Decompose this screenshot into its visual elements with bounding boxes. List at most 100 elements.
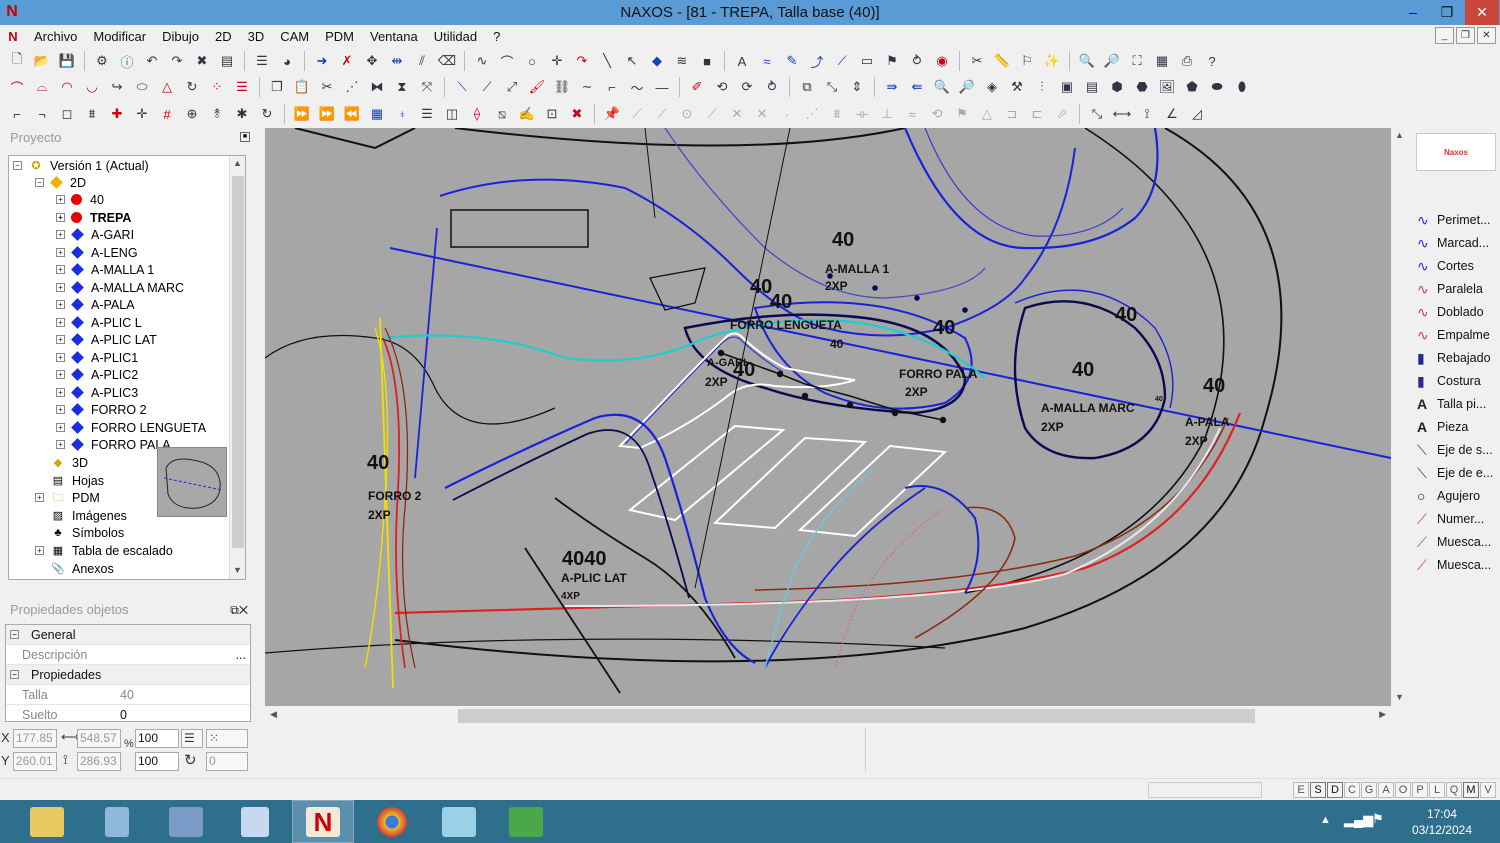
collapse-icon[interactable]: − (35, 178, 44, 187)
forward-icon[interactable]: ⏩ (291, 103, 313, 125)
rotate-icon[interactable]: ↻ (181, 76, 203, 98)
arc-red-4-icon[interactable]: ◡ (81, 76, 103, 98)
tree-item-anexos[interactable]: 📎 Anexos (50, 560, 114, 577)
marker-icon[interactable]: ✐ (686, 76, 708, 98)
expand-icon[interactable]: + (35, 546, 44, 555)
collapse-icon[interactable]: − (10, 630, 19, 639)
pin-blue-icon[interactable]: 📌 (601, 103, 623, 125)
zoom-out-icon[interactable]: 🔎 (1101, 50, 1123, 72)
canvas-horizontal-scrollbar[interactable]: ◀ ▶ (265, 706, 1391, 726)
chain-icon[interactable]: ⛓ (551, 76, 573, 98)
arrow-blue-icon[interactable]: ⇛ (881, 76, 903, 98)
magnify-2-icon[interactable]: 🔎 (956, 76, 978, 98)
forward-red-icon[interactable]: ⏩ (316, 103, 338, 125)
line-icon[interactable]: ╲ (596, 50, 618, 72)
fill-icon[interactable]: ◆ (646, 50, 668, 72)
rotate-3-icon[interactable]: ⟳ (736, 76, 758, 98)
document-icon[interactable]: N (0, 29, 26, 44)
tree-item-pdm[interactable]: + 🗀 PDM (35, 489, 100, 506)
panel-pin-icon[interactable]: ■ (240, 132, 250, 142)
expand-icon[interactable]: + (56, 213, 65, 222)
shoe-icon[interactable]: ⬬ (1206, 76, 1228, 98)
curve-icon[interactable]: ↪ (106, 76, 128, 98)
tree-item-forro-lengueta[interactable]: + FORRO LENGUETA (56, 419, 206, 436)
smooth-icon[interactable]: ∼ (576, 76, 598, 98)
star-icon[interactable]: ✱ (231, 103, 253, 125)
angle-icon[interactable]: ∠ (1161, 103, 1183, 125)
curve-red-icon[interactable]: ↷ (571, 50, 593, 72)
pattern-icon[interactable]: ⥁ (761, 76, 783, 98)
properties-icon[interactable]: ▤ (216, 50, 238, 72)
extend-icon[interactable]: ⤢ (501, 76, 523, 98)
node-icon[interactable]: ⟠ (466, 103, 488, 125)
tree-item-imagenes[interactable]: ▨ Imágenes (50, 507, 127, 524)
tree-item-a-plic2[interactable]: + A-PLIC2 (56, 366, 138, 383)
taskbar-app-8[interactable] (495, 800, 557, 843)
rect-icon[interactable]: ▭ (856, 50, 878, 72)
tree-item-a-malla-1[interactable]: + A-MALLA 1 (56, 261, 154, 278)
snap-m[interactable]: M (1463, 782, 1479, 798)
arc-red-icon[interactable]: ⌒ (6, 76, 28, 98)
pen-icon[interactable]: ✎ (781, 50, 803, 72)
circle-icon[interactable]: ○ (521, 50, 543, 72)
tool-agujero[interactable]: ○ Agujero (1417, 485, 1480, 507)
layers-icon[interactable]: ☰ (251, 50, 273, 72)
select-arrow-icon[interactable]: ➜ (311, 50, 333, 72)
taskbar-app-7[interactable] (428, 800, 490, 843)
sew-icon[interactable]: ⧅ (491, 103, 513, 125)
window-2-icon[interactable]: ▤ (1081, 76, 1103, 98)
expand-icon[interactable]: + (56, 423, 65, 432)
snap-p[interactable]: P (1412, 782, 1428, 798)
expand-icon[interactable]: + (56, 388, 65, 397)
menu-archivo[interactable]: Archivo (26, 29, 85, 44)
points-icon[interactable]: ⁘ (206, 76, 228, 98)
collapse-icon[interactable]: − (10, 670, 19, 679)
expand-icon[interactable]: + (35, 493, 44, 502)
remove-icon[interactable]: ✖ (566, 103, 588, 125)
maximize-button[interactable]: ❐ (1430, 0, 1464, 25)
snap-o[interactable]: O (1395, 782, 1411, 798)
spline-icon[interactable]: ∿ (471, 50, 493, 72)
menu-ventana[interactable]: Ventana (362, 29, 426, 44)
wave-icon[interactable]: ≋ (671, 50, 693, 72)
close-button[interactable]: ✕ (1465, 0, 1499, 25)
list-icon[interactable]: ☰ (181, 729, 203, 748)
calc-icon[interactable]: ▦ (366, 103, 388, 125)
expand-icon[interactable]: + (56, 300, 65, 309)
expand-icon[interactable]: + (56, 230, 65, 239)
delete-icon[interactable]: ✖ (191, 50, 213, 72)
grid-snap-icon[interactable]: ⁙ (206, 729, 248, 748)
blob-icon[interactable]: ⬢ (1106, 76, 1128, 98)
snap-q[interactable]: Q (1446, 782, 1462, 798)
brush-icon[interactable]: 🖌 (526, 76, 548, 98)
rectangle-fill-icon[interactable]: ■ (696, 50, 718, 72)
tool-numeracion[interactable]: ⟋ Numer... (1417, 508, 1484, 530)
tool-talla-pieza[interactable]: A Talla pi... (1417, 393, 1486, 415)
split-icon[interactable]: ⫶ (1031, 76, 1053, 98)
ruler-icon[interactable]: 📏 (991, 50, 1013, 72)
snap-d[interactable]: D (1327, 782, 1343, 798)
prop-suelto[interactable]: Suelto 0 (6, 705, 250, 722)
tree-item-hojas[interactable]: ▤ Hojas (50, 472, 104, 489)
doc-shape-icon[interactable]: ◻ (56, 103, 78, 125)
arc-red-3-icon[interactable]: ◠ (56, 76, 78, 98)
shape-icon[interactable]: ⬟ (1181, 76, 1203, 98)
rotate-2-icon[interactable]: ⟲ (711, 76, 733, 98)
ellipse-icon[interactable]: ⬭ (131, 76, 153, 98)
rotation-field[interactable]: 0 (206, 752, 248, 771)
doc-minimize-button[interactable]: _ (1435, 27, 1454, 44)
snap-c[interactable]: C (1344, 782, 1360, 798)
zoom-all-icon[interactable]: ⛶ (1126, 50, 1148, 72)
x-coordinate-field[interactable]: 177.85 (13, 729, 57, 748)
tree-item-a-plic-lat[interactable]: + A-PLIC LAT (56, 331, 157, 348)
scroll-up-icon[interactable]: ▲ (1395, 130, 1404, 140)
join-icon[interactable]: ⤧ (416, 76, 438, 98)
scale-y-field[interactable]: 100 (135, 752, 179, 771)
tree-item-forro-pala[interactable]: + FORRO PALA (56, 436, 171, 453)
tool-perimetro[interactable]: ∿ Perimet... (1417, 209, 1491, 231)
col-icon[interactable]: ◫ (441, 103, 463, 125)
expand-icon[interactable]: + (56, 248, 65, 257)
scissors-icon[interactable]: ✂ (316, 76, 338, 98)
snap-l[interactable]: L (1429, 782, 1445, 798)
tree-item-a-gari[interactable]: + A-GARI (56, 226, 134, 243)
